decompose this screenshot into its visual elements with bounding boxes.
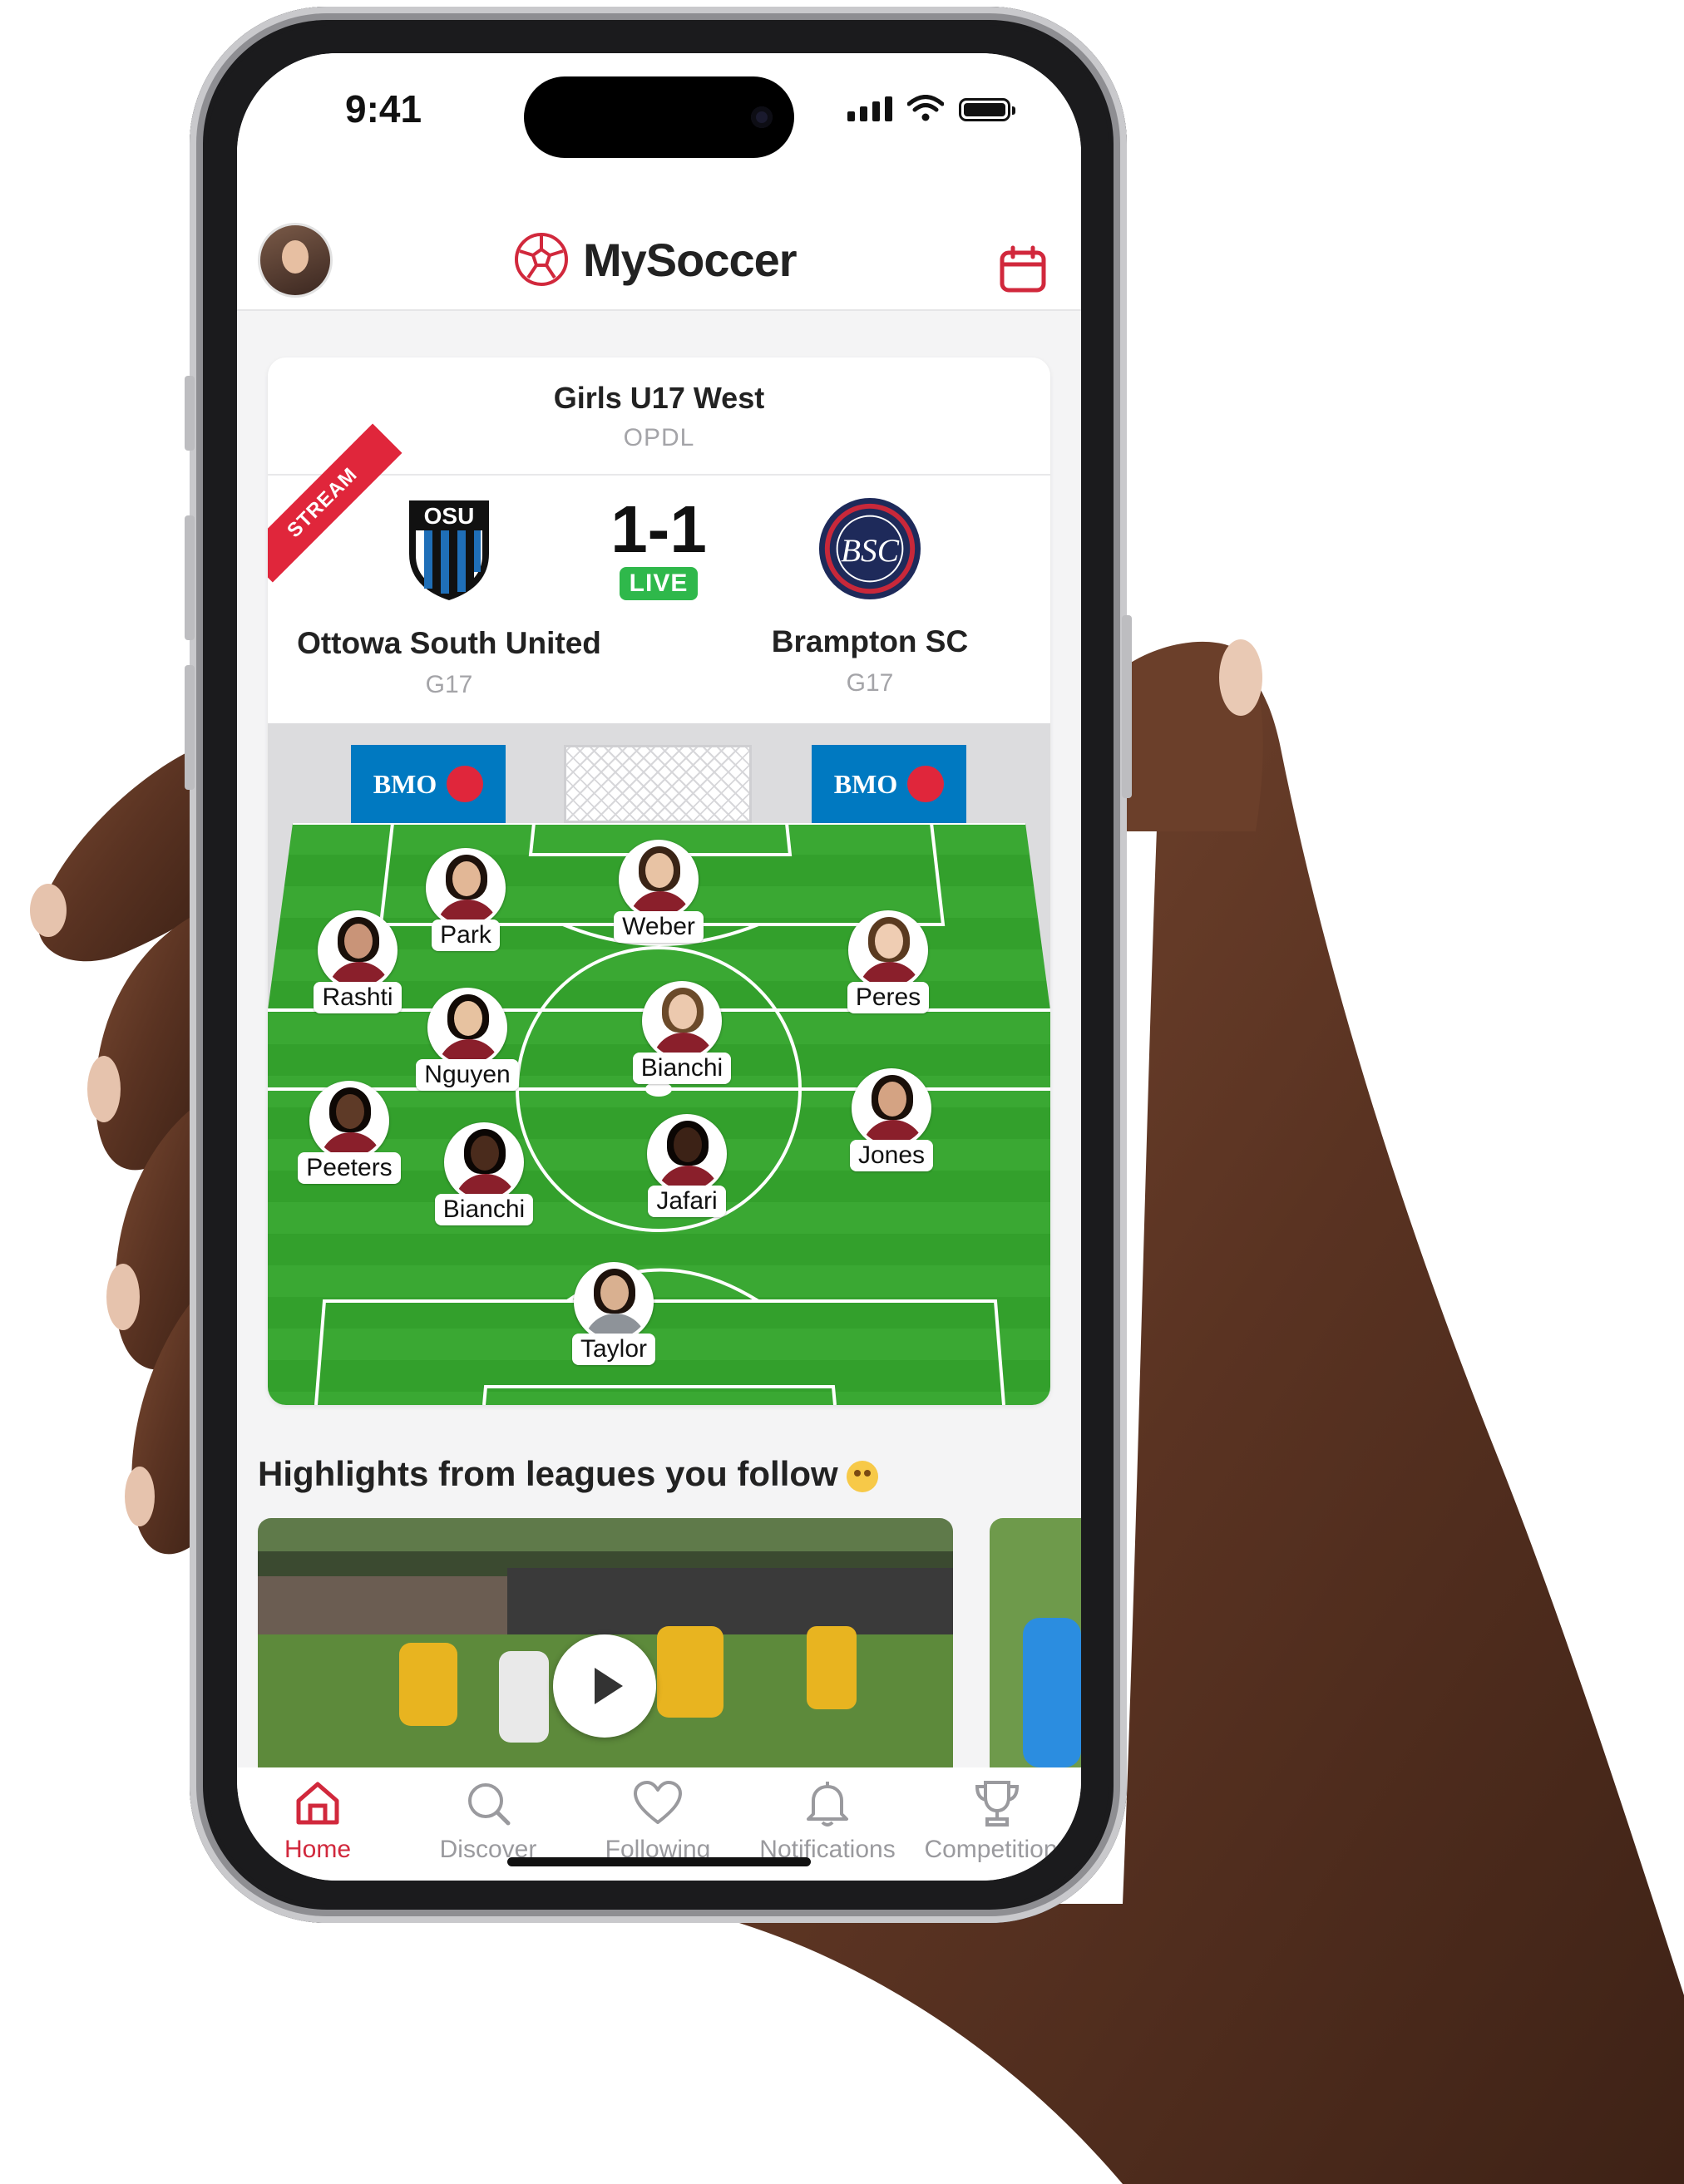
play-button[interactable] xyxy=(553,1634,656,1738)
live-badge: LIVE xyxy=(619,567,699,600)
league-name: Girls U17 West xyxy=(553,381,765,415)
home-indicator xyxy=(507,1857,811,1866)
volume-up-button xyxy=(185,515,195,640)
app-title: MySoccer xyxy=(583,233,798,286)
player-avatar xyxy=(444,1122,524,1202)
tab-discover[interactable]: Discover xyxy=(405,1779,571,1864)
brampton-crest-icon: BSC xyxy=(818,497,921,600)
action-button xyxy=(185,376,195,451)
svg-text:BSC: BSC xyxy=(841,532,900,569)
player-marker[interactable]: Peres xyxy=(805,910,971,1013)
soccer-ball-icon xyxy=(515,233,568,286)
player-name: Jafari xyxy=(648,1186,726,1217)
player-name: Park xyxy=(432,919,500,951)
wifi-icon xyxy=(907,95,944,121)
search-icon xyxy=(468,1783,511,1826)
app-logo: MySoccer xyxy=(511,229,798,289)
player-avatar xyxy=(318,910,398,990)
home-icon xyxy=(296,1782,339,1825)
calendar-icon[interactable] xyxy=(998,244,1048,294)
away-team[interactable]: BSC Brampton SC G17 xyxy=(695,495,1044,698)
match-card[interactable]: Girls U17 West OPDL STREAM OSU Ottowa So… xyxy=(268,357,1050,1405)
player-avatar xyxy=(574,1262,654,1342)
heart-icon xyxy=(634,1781,682,1824)
osu-crest-icon: OSU xyxy=(409,500,489,600)
user-avatar[interactable] xyxy=(258,223,333,298)
player-name: Peres xyxy=(847,982,930,1013)
bmo-logo-icon xyxy=(907,766,945,802)
tab-competitions[interactable]: Competitions xyxy=(914,1779,1080,1864)
player-marker[interactable]: Bianchi xyxy=(401,1122,567,1225)
cellular-signal-icon xyxy=(847,96,892,121)
player-avatar xyxy=(647,1114,727,1194)
highlight-video-card-next[interactable] xyxy=(990,1518,1081,1767)
player-marker[interactable]: Jafari xyxy=(604,1114,770,1217)
power-button xyxy=(1122,615,1132,798)
sponsor-banner-right: BMO xyxy=(812,745,966,823)
player-avatar xyxy=(619,840,699,919)
player-name: Bianchi xyxy=(632,1053,732,1084)
screen: 9:41 MySoccer Girls U17 West OPDL STREAM… xyxy=(237,53,1081,1881)
bmo-logo-icon xyxy=(447,766,484,802)
dynamic-island xyxy=(524,76,794,158)
tab-following[interactable]: Following xyxy=(575,1779,741,1864)
player-marker[interactable]: Weber xyxy=(575,840,742,943)
bell-icon xyxy=(807,1782,848,1827)
sponsor-name: BMO xyxy=(373,768,437,799)
tab-notifications[interactable]: Notifications xyxy=(744,1779,911,1864)
status-bar: 9:41 xyxy=(237,53,1081,178)
svg-text:OSU: OSU xyxy=(424,503,475,529)
volume-down-button xyxy=(185,665,195,790)
player-marker[interactable]: Nguyen xyxy=(384,988,551,1091)
highlight-video-card[interactable] xyxy=(258,1518,953,1767)
player-avatar xyxy=(309,1081,389,1161)
player-name: Weber xyxy=(614,911,704,943)
player-marker[interactable]: Taylor xyxy=(531,1262,697,1365)
player-avatar xyxy=(642,981,722,1061)
player-name: Taylor xyxy=(571,1334,656,1365)
star-struck-emoji-icon xyxy=(846,1460,878,1492)
battery-icon xyxy=(959,98,1015,121)
goal-net xyxy=(564,745,752,823)
tab-home[interactable]: Home xyxy=(237,1779,401,1864)
video-thumbnail xyxy=(990,1518,1081,1767)
player-marker[interactable]: Bianchi xyxy=(599,981,765,1084)
away-team-name: Brampton SC xyxy=(771,624,969,658)
status-time: 9:41 xyxy=(345,87,422,131)
app-header: MySoccer xyxy=(237,178,1081,311)
home-team-age: G17 xyxy=(425,671,473,698)
player-avatar xyxy=(852,1068,931,1148)
status-icons xyxy=(847,95,1015,121)
player-avatar xyxy=(427,988,507,1067)
player-name: Jones xyxy=(849,1140,934,1171)
player-name: Bianchi xyxy=(434,1194,534,1225)
away-team-age: G17 xyxy=(846,669,894,697)
player-name: Peeters xyxy=(298,1152,401,1184)
player-avatar xyxy=(848,910,928,990)
highlights-heading: Highlights from leagues you follow xyxy=(258,1454,878,1494)
trophy-icon xyxy=(975,1781,1020,1827)
home-team-name: Ottowa South United xyxy=(297,626,601,660)
lineup-pitch: BMO BMO Park Weber Rashti Peres Nguyen B… xyxy=(268,723,1050,1405)
sponsor-name: BMO xyxy=(833,768,898,799)
sponsor-banner-left: BMO xyxy=(351,745,506,823)
home-team[interactable]: OSU Ottowa South United G17 xyxy=(274,495,624,699)
player-marker[interactable]: Jones xyxy=(808,1068,975,1171)
